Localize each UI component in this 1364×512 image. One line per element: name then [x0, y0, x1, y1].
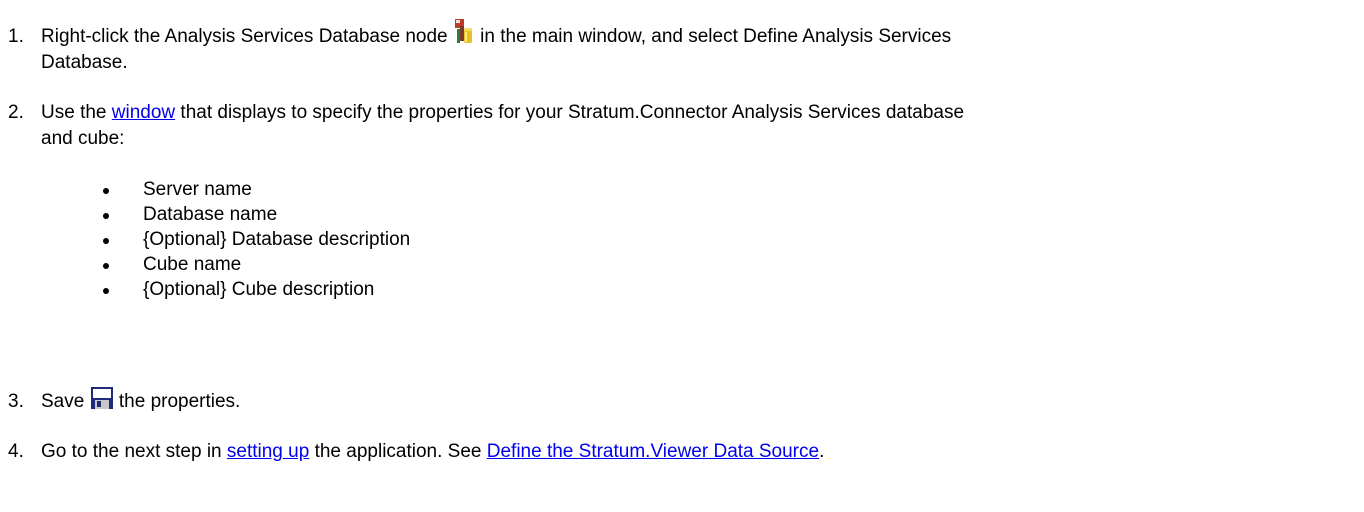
bullet-text: Server name — [143, 179, 252, 200]
step-text-before: Go to the next step in — [41, 441, 227, 462]
window-link[interactable]: window — [112, 102, 175, 123]
step-text-before: Save — [41, 391, 90, 412]
bullet-icon — [103, 213, 109, 219]
step-text-middle: the application. See — [309, 441, 487, 462]
list-item: Server name — [0, 177, 800, 203]
step-text-after: that displays to specify the properties … — [175, 102, 965, 123]
list-item: Cube name — [0, 252, 800, 278]
step-text-line2: Database. — [41, 52, 128, 73]
step-text-line2: and cube: — [41, 128, 125, 149]
setting-up-link[interactable]: setting up — [227, 441, 309, 462]
list-item: {Optional} Database description — [0, 227, 800, 253]
step-number: 3. — [8, 391, 24, 412]
bullet-text: {Optional} Cube description — [143, 279, 375, 300]
bullet-text: {Optional} Database description — [143, 229, 411, 250]
bullet-icon — [103, 263, 109, 269]
bullet-text: Database name — [143, 204, 278, 225]
bullet-icon — [103, 238, 109, 244]
list-item: Database name — [0, 202, 800, 228]
bullet-icon — [103, 188, 109, 194]
step-text-after: in the main window, and select Define An… — [474, 26, 952, 47]
save-icon — [90, 387, 114, 410]
step-number: 1. — [8, 26, 24, 47]
define-data-source-link[interactable]: Define the Stratum.Viewer Data Source — [487, 441, 819, 462]
step-text-after: the properties. — [113, 391, 241, 412]
step-text-after: . — [819, 441, 825, 462]
step-text-before: Use the — [41, 102, 112, 123]
list-item: {Optional} Cube description — [0, 277, 800, 303]
bullet-icon — [103, 288, 109, 294]
analysis-services-database-node-icon — [453, 19, 475, 45]
step-number: 4. — [8, 441, 24, 462]
bullet-text: Cube name — [143, 254, 242, 275]
step-text: Save the properties. — [41, 387, 1351, 415]
step-text: Go to the next step in setting up the ap… — [41, 439, 1351, 465]
step-text-before: Right-click the Analysis Services Databa… — [41, 26, 453, 47]
step-text: Use the window that displays to specify … — [41, 100, 1351, 152]
step-text: Right-click the Analysis Services Databa… — [41, 19, 1351, 76]
step-number: 2. — [8, 102, 24, 123]
